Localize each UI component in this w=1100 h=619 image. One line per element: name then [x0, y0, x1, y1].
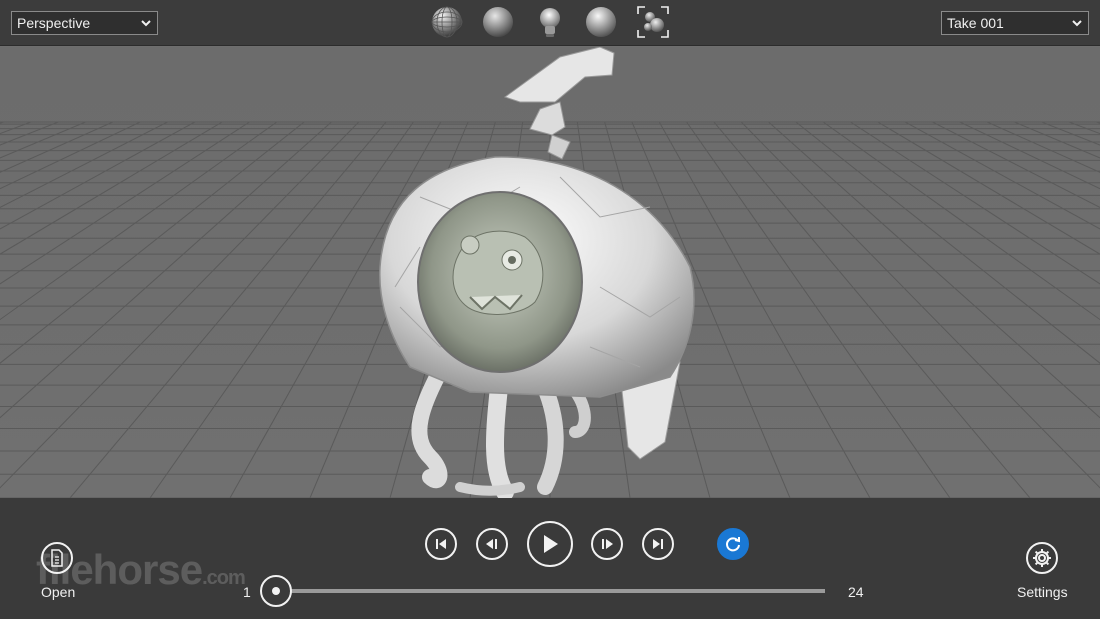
timeline-scrubber[interactable]	[260, 575, 292, 607]
end-frame-label: 24	[848, 584, 864, 600]
gear-icon	[1033, 549, 1051, 567]
settings-button[interactable]	[1026, 542, 1058, 574]
previous-frame-button[interactable]	[476, 528, 508, 560]
camera-view-value: Perspective	[17, 15, 91, 31]
last-frame-button[interactable]	[642, 528, 674, 560]
play-icon	[544, 535, 558, 553]
frame-all-icon	[637, 6, 669, 38]
frame-all-button[interactable]	[636, 5, 670, 39]
watermark: filehorse.com	[36, 546, 246, 594]
light-bulb-icon	[540, 8, 560, 37]
wireframe-shading-button[interactable]	[430, 5, 464, 39]
next-frame-button[interactable]	[591, 528, 623, 560]
step-forward-icon	[602, 539, 613, 549]
camera-view-select[interactable]: Perspective	[11, 11, 158, 35]
skip-to-start-icon	[436, 539, 446, 549]
loop-icon	[726, 537, 740, 552]
3d-viewport[interactable]	[0, 47, 1100, 498]
play-button[interactable]	[527, 521, 573, 567]
take-value: Take 001	[947, 15, 1004, 31]
timeline-track[interactable]	[275, 589, 825, 593]
animation-take-select[interactable]: Take 001	[941, 11, 1089, 35]
wireframe-sphere-icon	[431, 6, 463, 38]
skip-to-end-icon	[653, 539, 663, 549]
top-toolbar: Perspective Take 001	[0, 0, 1100, 46]
solid-shading-button[interactable]	[481, 5, 515, 39]
scrubber-dot	[272, 587, 280, 595]
first-frame-button[interactable]	[425, 528, 457, 560]
smooth-shading-button[interactable]	[584, 5, 618, 39]
watermark-suffix: .com	[202, 567, 246, 589]
chevron-down-icon	[1072, 20, 1082, 27]
scene-canvas[interactable]	[0, 47, 1100, 498]
smooth-sphere-icon	[586, 7, 616, 37]
chevron-down-icon	[141, 20, 151, 27]
watermark-text: filehorse	[36, 546, 203, 593]
settings-label: Settings	[1017, 584, 1068, 600]
shaded-sphere-icon	[483, 7, 513, 37]
loop-toggle[interactable]	[717, 528, 749, 560]
step-back-icon	[486, 539, 497, 549]
lighting-button[interactable]	[533, 5, 567, 39]
